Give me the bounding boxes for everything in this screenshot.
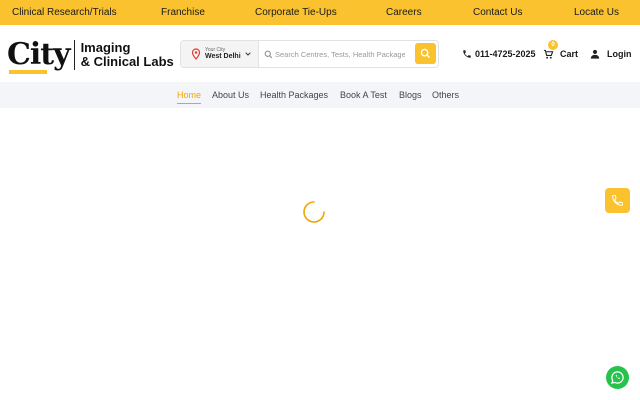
map-pin-icon (191, 48, 201, 60)
login-label: Login (607, 49, 632, 59)
whatsapp-chat-button[interactable] (606, 366, 629, 389)
loading-spinner-icon (303, 201, 325, 223)
topbar-link-contact-us[interactable]: Contact Us (473, 7, 522, 18)
search-button-icon (420, 48, 431, 59)
phone-link[interactable]: 011-4725-2025 (462, 47, 536, 61)
cart-icon (543, 49, 554, 59)
floating-call-button[interactable] (605, 188, 630, 213)
topbar-link-locate-us[interactable]: Locate Us (574, 7, 619, 18)
nav-item-others[interactable]: Others (432, 90, 459, 100)
search-bar: Your City West Delhi (180, 40, 439, 68)
logo-city-text: City (7, 37, 71, 72)
nav-item-home[interactable]: Home (177, 90, 201, 100)
login-button[interactable]: Login (590, 47, 632, 61)
user-icon (590, 49, 600, 59)
city-value: West Delhi (205, 53, 241, 60)
nav-item-about-us[interactable]: About Us (212, 90, 249, 100)
nav-item-book-a-test[interactable]: Book A Test (340, 90, 387, 100)
call-icon (612, 195, 623, 206)
cart-count-badge: 0 (548, 40, 558, 50)
topbar-link-clinical-research[interactable]: Clinical Research/Trials (12, 7, 117, 18)
logo-line-2: & Clinical Labs (80, 54, 174, 69)
nav-item-health-packages[interactable]: Health Packages (260, 90, 328, 100)
logo-line-1: Imaging (80, 40, 131, 55)
search-input[interactable] (275, 46, 405, 62)
topbar-link-corporate-tie-ups[interactable]: Corporate Tie-Ups (255, 7, 337, 18)
logo-tagline: Imaging & Clinical Labs (81, 41, 174, 69)
logo-divider (73, 40, 75, 70)
cart-label: Cart (560, 49, 579, 59)
main-nav: Home About Us Health Packages Book A Tes… (0, 82, 640, 108)
top-utility-bar: Clinical Research/Trials Franchise Corpo… (0, 0, 640, 25)
nav-active-indicator (177, 103, 201, 104)
logo-underbar (9, 70, 47, 74)
cart-button[interactable]: 0 Cart (543, 40, 579, 61)
topbar-link-franchise[interactable]: Franchise (161, 7, 205, 18)
city-selector[interactable]: Your City West Delhi (181, 41, 259, 67)
logo-wordmark: City (7, 37, 71, 74)
search-icon (264, 50, 273, 59)
search-button[interactable] (415, 43, 436, 64)
chevron-down-icon (245, 52, 251, 56)
site-header: City Imaging & Clinical Labs Your City W… (0, 25, 640, 82)
nav-item-blogs[interactable]: Blogs (399, 90, 422, 100)
topbar-link-careers[interactable]: Careers (386, 7, 422, 18)
whatsapp-icon (610, 371, 624, 385)
phone-number: 011-4725-2025 (475, 49, 536, 59)
brand-logo[interactable]: City Imaging & Clinical Labs (7, 37, 174, 74)
phone-icon (463, 50, 471, 58)
